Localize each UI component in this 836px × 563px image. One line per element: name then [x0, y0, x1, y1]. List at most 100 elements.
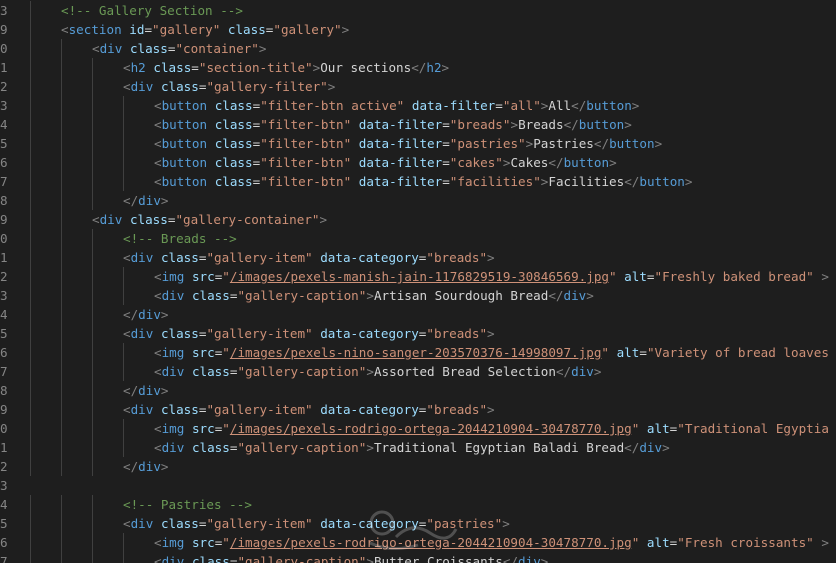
code-text[interactable]: <button class="filter-btn" data-filter="… — [154, 134, 662, 153]
code-line[interactable]: 7 <button class="filter-btn" data-filter=… — [0, 172, 836, 191]
token-pun: < — [123, 250, 131, 265]
indent-guide — [123, 96, 124, 115]
code-line[interactable]: 1 <div class="gallery-caption">Traditiona… — [0, 438, 836, 457]
code-text[interactable]: <!-- Breads --> — [123, 229, 237, 248]
token-attr: class — [160, 250, 199, 265]
code-line[interactable]: 8 </div> — [0, 191, 836, 210]
token-attr: id — [129, 22, 145, 37]
code-text[interactable]: <div class="gallery-item" data-category=… — [123, 514, 510, 533]
code-text[interactable]: <button class="filter-btn" data-filter="… — [154, 153, 617, 172]
code-text[interactable]: <div class="gallery-caption">Assorted Br… — [154, 362, 601, 381]
code-text[interactable]: <div class="gallery-caption">Traditional… — [154, 438, 670, 457]
code-text[interactable]: <div class="gallery-caption">Artisan Sou… — [154, 286, 594, 305]
code-line[interactable]: 0 <!-- Breads --> — [0, 229, 836, 248]
token-txt: = — [191, 60, 199, 75]
code-line[interactable]: 3 <button class="filter-btn active" data-… — [0, 96, 836, 115]
token-tag: div — [161, 554, 185, 563]
token-txt: = — [442, 174, 450, 189]
code-text[interactable]: <section id="gallery" class="gallery"> — [61, 20, 349, 39]
code-text[interactable]: </div> — [123, 457, 169, 476]
code-text[interactable]: <img src = "/images/pexels-nino-sanger-203… — [154, 343, 829, 362]
code-line[interactable]: 7 <div class="gallery-caption">Butter Cro… — [0, 552, 836, 563]
code-line[interactable]: 2 <img src = "/images/pexels-manish-jain-11… — [0, 267, 836, 286]
indent-guide — [92, 438, 93, 457]
line-number: 5 — [0, 136, 8, 151]
code-text[interactable]: <div class="gallery-container"> — [92, 210, 327, 229]
code-text[interactable]: <button class="filter-btn" data-filter="… — [154, 172, 692, 191]
token-str: "gallery-caption" — [237, 364, 367, 379]
code-text[interactable]: <img src = "/images/pexels-manish-jain-117… — [154, 267, 829, 286]
code-text[interactable]: <div class="gallery-item" data-category=… — [123, 324, 495, 343]
code-text[interactable]: <button class="filter-btn active" data-f… — [154, 96, 639, 115]
token-pun: < — [154, 98, 162, 113]
code-line[interactable]: 1 <h2 class="section-title">Our sections<… — [0, 58, 836, 77]
code-line[interactable]: 9 <div class="gallery-item" data-category… — [0, 400, 836, 419]
token-attr: alt — [646, 535, 670, 550]
token-tag: div — [138, 193, 161, 208]
token-txt: = — [442, 117, 450, 132]
token-pun: </ — [411, 60, 427, 75]
token-pun: > — [684, 174, 693, 189]
code-text[interactable]: <img src="/images/pexels-rodrigo-ortega-… — [154, 533, 829, 552]
code-text[interactable]: <img src="/images/pexels-rodrigo-ortega-… — [154, 419, 829, 438]
code-text[interactable]: <!-- Pastries --> — [123, 495, 252, 514]
indent-guide — [92, 115, 93, 134]
token-pun: </ — [123, 383, 139, 398]
code-text[interactable]: <div class="gallery-caption">Butter Croi… — [154, 552, 548, 563]
code-line[interactable]: 7 <div class="gallery-caption">Assorted B… — [0, 362, 836, 381]
token-pun: </ — [593, 136, 610, 151]
code-text[interactable]: <button class="filter-btn" data-filter="… — [154, 115, 632, 134]
token-attr: class — [160, 326, 199, 341]
token-cmt: <!-- Gallery Section --> — [61, 3, 243, 18]
code-line[interactable]: 1 <div class="gallery-item" data-category… — [0, 248, 836, 267]
code-line[interactable]: 5 <div class="gallery-item" data-category… — [0, 324, 836, 343]
code-text[interactable]: <div class="gallery-item" data-category=… — [123, 248, 495, 267]
line-number: 8 — [0, 193, 8, 208]
code-text[interactable]: </div> — [123, 191, 169, 210]
indent-guide — [61, 419, 62, 438]
token-pun: > — [160, 193, 169, 208]
indent-guide — [92, 514, 93, 533]
line-number: 6 — [0, 345, 8, 360]
code-line[interactable]: 0 <img src="/images/pexels-rodrigo-ortega… — [0, 419, 836, 438]
code-text[interactable]: </div> — [123, 305, 169, 324]
code-text[interactable]: <h2 class="section-title">Our sections</… — [123, 58, 449, 77]
code-line[interactable]: 2 <div class="gallery-filter"> — [0, 77, 836, 96]
code-line[interactable]: 4 <button class="filter-btn" data-filter=… — [0, 115, 836, 134]
token-pun: < — [123, 326, 131, 341]
code-line[interactable]: 8 </div> — [0, 381, 836, 400]
code-text[interactable]: <div class="gallery-item" data-category=… — [123, 400, 495, 419]
code-text[interactable]: <div class="gallery-filter"> — [123, 77, 335, 96]
code-line[interactable]: 3 — [0, 476, 836, 495]
code-line[interactable]: 2 </div> — [0, 457, 836, 476]
code-line[interactable]: 5 <div class="gallery-item" data-category… — [0, 514, 836, 533]
token-attr: class — [214, 174, 253, 189]
code-editor[interactable]: 3 <!-- Gallery Section --> 9 <section id="g… — [0, 0, 836, 563]
token-pun: > — [631, 98, 640, 113]
code-line[interactable]: 6 <img src = "/images/pexels-nino-sanger-20… — [0, 343, 836, 362]
code-line[interactable]: 6 <button class="filter-btn" data-filter=… — [0, 153, 836, 172]
indent-guide — [61, 381, 62, 400]
code-line[interactable]: 9 <div class="gallery-container"> — [0, 210, 836, 229]
token-cmt: <!-- Pastries --> — [123, 497, 252, 512]
code-text[interactable]: </div> — [123, 381, 169, 400]
code-line[interactable]: 9 <section id="gallery" class="gallery"> — [0, 20, 836, 39]
code-line[interactable]: 5 <button class="filter-btn" data-filter=… — [0, 134, 836, 153]
code-line[interactable]: 4 <!-- Pastries --> — [0, 495, 836, 514]
code-line[interactable]: 4 </div> — [0, 305, 836, 324]
token-tag: div — [130, 326, 154, 341]
code-line[interactable]: 0 <div class="container"> — [0, 39, 836, 58]
code-line[interactable]: 3 <div class="gallery-caption">Artisan So… — [0, 286, 836, 305]
code-line[interactable]: 3 <!-- Gallery Section --> — [0, 1, 836, 20]
code-text[interactable]: <!-- Gallery Section --> — [61, 1, 243, 20]
token-tag: div — [161, 440, 185, 455]
token-pun: > — [654, 136, 663, 151]
code-line[interactable]: 6 <img src="/images/pexels-rodrigo-ortega… — [0, 533, 836, 552]
code-text[interactable]: <div class="container"> — [92, 39, 266, 58]
token-pun: < — [61, 22, 69, 37]
token-pun: < — [123, 79, 131, 94]
